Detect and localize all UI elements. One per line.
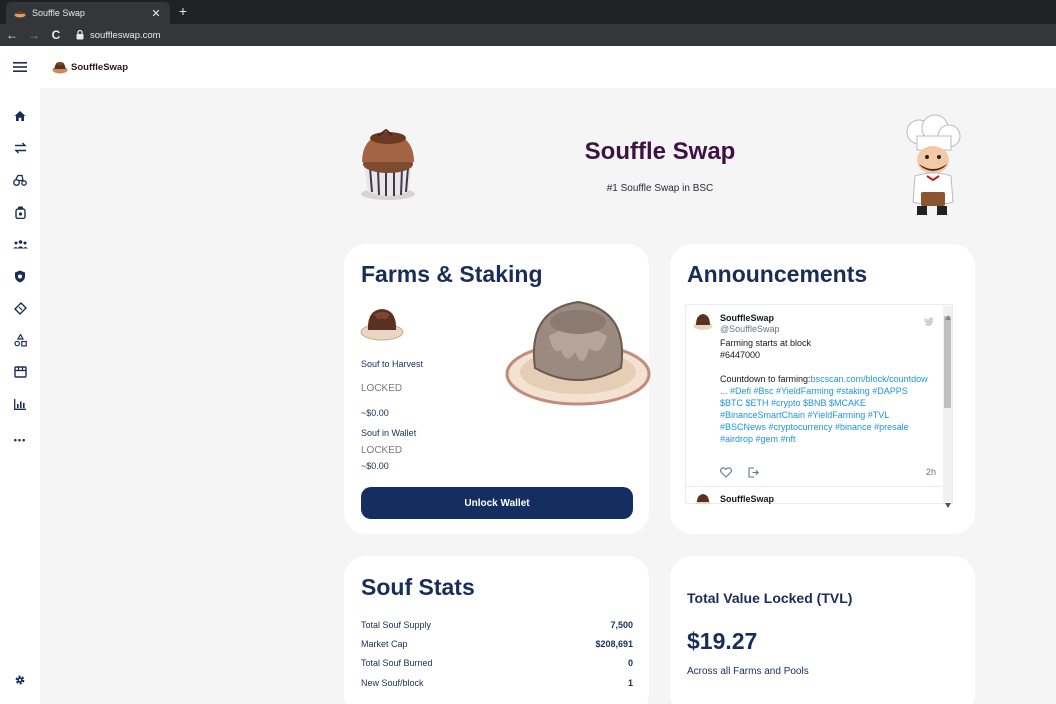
forward-button[interactable]: → — [24, 28, 44, 42]
browser-tab[interactable]: Souffle Swap ✕ — [6, 2, 170, 24]
lock-icon — [74, 29, 86, 41]
tractor-icon — [13, 174, 27, 186]
unlock-wallet-button[interactable]: Unlock Wallet — [361, 487, 633, 519]
stat-total-supply-value: 7,500 — [610, 620, 633, 630]
sidebar-item-swap[interactable] — [0, 136, 40, 160]
tweet-text-line-2: #6447000 — [720, 350, 761, 360]
sidebar-item-nft[interactable] — [0, 328, 40, 352]
souffle-large-illustration — [505, 296, 651, 408]
like-heart-icon[interactable] — [720, 465, 732, 478]
url-field[interactable]: souffleswap.com — [74, 29, 161, 41]
souf-in-wallet-label: Souf in Wallet — [361, 428, 417, 438]
sidebar-item-pools[interactable] — [0, 200, 40, 224]
tweet-divider — [686, 486, 942, 487]
announcements-card-title: Announcements — [687, 261, 868, 287]
sidebar-item-settings[interactable] — [0, 668, 40, 692]
browser-tab-bar: Souffle Swap ✕ + — [0, 0, 1056, 24]
chart-icon — [14, 398, 26, 410]
new-tab-button[interactable]: + — [176, 3, 190, 19]
tweet-hashtags-line-1[interactable]: ... #Defi #Bsc #YieldFarming #staking #D… — [720, 385, 908, 397]
stat-total-burned-value: 0 — [627, 658, 633, 668]
stat-market-cap-label: Market Cap — [361, 639, 408, 649]
share-icon[interactable] — [748, 465, 759, 478]
farms-card-title: Farms & Staking — [361, 261, 543, 287]
souf-to-harvest-value: LOCKED — [361, 383, 403, 394]
home-icon — [14, 110, 26, 122]
reload-button[interactable]: C — [46, 28, 66, 42]
stat-market-cap-value: $208,691 — [595, 639, 633, 649]
souffle-favicon-icon — [14, 7, 26, 19]
tweet-bscscan-link[interactable]: bscscan.com/block/countdow — [811, 374, 928, 384]
stats-card-title: Souf Stats — [361, 574, 475, 600]
sidebar-item-team[interactable] — [0, 232, 40, 256]
scroll-up-arrow-icon[interactable] — [945, 307, 951, 320]
tweet-text-line-3: Countdown to farming:bscscan.com/block/c… — [720, 373, 940, 385]
tweet-avatar — [693, 312, 713, 332]
hamburger-menu-icon[interactable] — [0, 46, 40, 88]
tweet-author-name[interactable]: SouffleSwap — [720, 313, 774, 323]
tweet-scrollbar-thumb[interactable] — [944, 316, 951, 408]
souffle-logo-icon — [52, 60, 68, 74]
store-icon — [13, 366, 27, 378]
tweet-hashtags-line-4[interactable]: #BSCNews #cryptocurrency #binance #presa… — [720, 421, 909, 433]
swap-icon — [13, 142, 27, 154]
sidebar-item-security[interactable] — [0, 264, 40, 288]
sidebar-item-lottery[interactable] — [0, 296, 40, 320]
tweet-countdown-prefix: Countdown to farming: — [720, 374, 811, 384]
souf-to-harvest-label: Souf to Harvest — [361, 359, 424, 369]
tweet-hashtags-line-3[interactable]: #BinanceSmartChain #YieldFarming #TVL — [720, 409, 889, 421]
sidebar-item-store[interactable] — [0, 360, 40, 384]
souffleswap-logo[interactable]: SouffleSwap — [52, 60, 128, 74]
sidebar: ••• — [0, 88, 40, 704]
ticket-icon — [13, 301, 27, 315]
tweet-text-line-1: Farming starts at block — [720, 338, 812, 348]
more-icon: ••• — [13, 435, 27, 445]
pool-icon — [14, 206, 26, 219]
hero-title: Souffle Swap — [584, 138, 736, 165]
tweet-timestamp[interactable]: 2h — [926, 467, 936, 477]
tweet2-avatar — [695, 492, 711, 504]
nft-icon — [13, 333, 27, 347]
scroll-down-arrow-icon[interactable] — [945, 495, 951, 508]
sidebar-item-farms[interactable] — [0, 168, 40, 192]
team-icon — [12, 239, 28, 249]
hero-subtitle: #1 Souffle Swap in BSC — [606, 183, 714, 194]
stat-new-souf-per-block-value: 1 — [627, 678, 633, 688]
tab-close-icon[interactable]: ✕ — [150, 7, 162, 20]
gear-icon — [14, 674, 26, 686]
logo-text: SouffleSwap — [71, 61, 129, 73]
address-bar: ← → C souffleswap.com — [0, 24, 1056, 46]
app-header: SouffleSwap — [0, 46, 1056, 88]
tvl-subtitle: Across all Farms and Pools — [687, 666, 809, 677]
tweet-hashtags-line-2[interactable]: $BTC $ETH #crypto $BNB $MCAKE — [720, 397, 866, 409]
url-text: souffleswap.com — [90, 29, 161, 41]
chef-mascot-illustration — [893, 114, 965, 216]
souffle-cake-illustration — [356, 126, 420, 202]
tvl-value: $19.27 — [687, 628, 758, 654]
tvl-card-title: Total Value Locked (TVL) — [687, 590, 853, 606]
stat-total-supply-label: Total Souf Supply — [361, 620, 432, 630]
back-button[interactable]: ← — [2, 28, 22, 42]
sidebar-item-info[interactable] — [0, 392, 40, 416]
sidebar-item-more[interactable]: ••• — [0, 428, 40, 452]
souf-in-wallet-value: LOCKED — [361, 445, 403, 456]
stat-total-burned-label: Total Souf Burned — [361, 658, 433, 668]
souf-in-wallet-usd: ~$0.00 — [361, 461, 389, 471]
tweet2-author-name[interactable]: SouffleSwap — [720, 494, 774, 504]
tab-title: Souffle Swap — [32, 8, 85, 18]
tweet-hashtags-line-5[interactable]: #airdrop #gem #nft — [720, 433, 796, 445]
sidebar-item-home[interactable] — [0, 104, 40, 128]
souf-token-icon — [360, 306, 404, 342]
shield-icon — [14, 270, 26, 283]
souf-to-harvest-usd: ~$0.00 — [361, 408, 389, 418]
tweet-author-handle[interactable]: @SouffleSwap — [720, 324, 780, 334]
twitter-bird-icon[interactable] — [924, 313, 934, 326]
stat-new-souf-per-block-label: New Souf/block — [361, 678, 424, 688]
